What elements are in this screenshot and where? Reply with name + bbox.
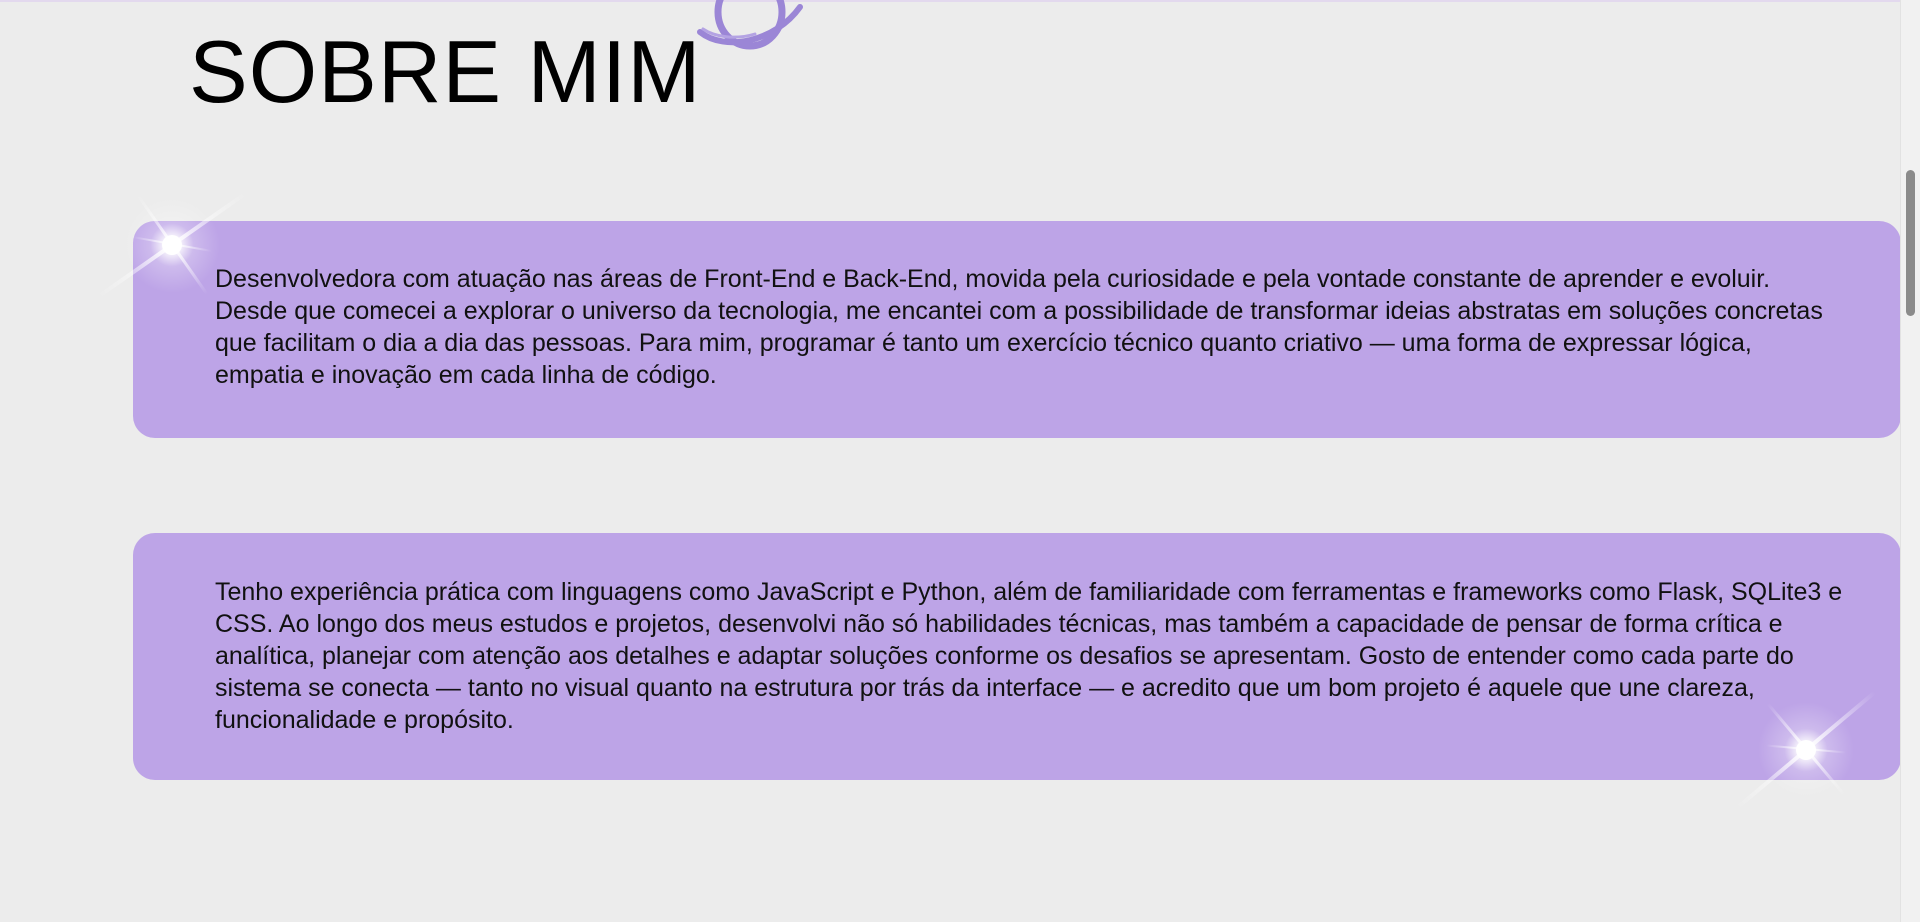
vertical-scrollbar[interactable] [1900,0,1920,922]
scrollbar-thumb[interactable] [1906,170,1915,316]
top-border [0,0,1900,2]
section-title: SOBRE MIM [189,22,702,121]
planet-icon [697,0,803,50]
about-card-experience: Tenho experiência prática com linguagens… [133,533,1901,780]
about-page: SOBRE MIM Desenvolvedora com atuação nas… [0,0,1920,922]
about-paragraph-experience: Tenho experiência prática com linguagens… [215,578,1843,734]
about-paragraph-intro: Desenvolvedora com atuação nas áreas de … [215,265,1823,389]
about-card-intro: Desenvolvedora com atuação nas áreas de … [133,221,1901,438]
